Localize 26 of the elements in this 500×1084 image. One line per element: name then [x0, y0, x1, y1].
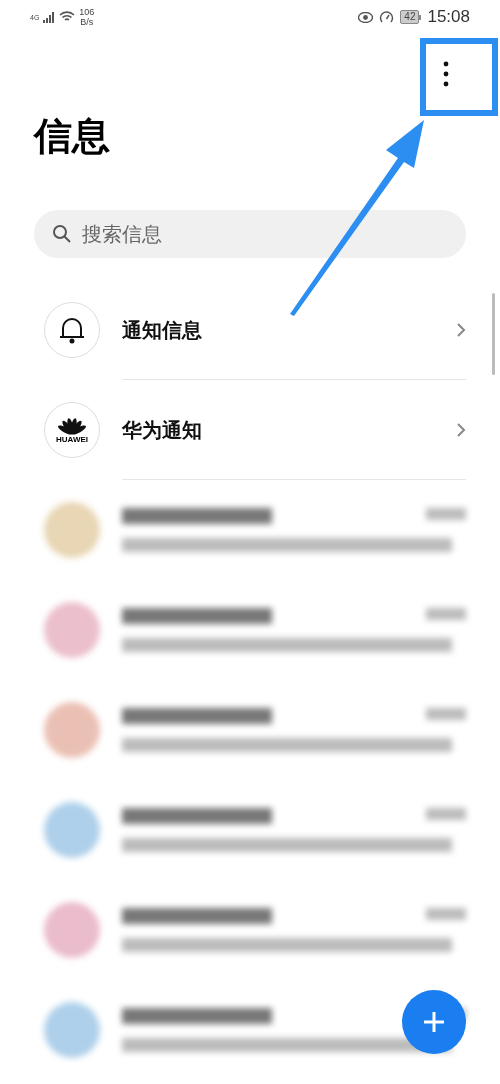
search-icon [52, 224, 72, 244]
blurred-time-bar [426, 808, 466, 820]
search-field[interactable]: 搜索信息 [34, 210, 466, 258]
battery-indicator: 42 [400, 10, 420, 24]
blurred-time-bar [426, 708, 466, 720]
chevron-icon [456, 422, 466, 438]
eye-icon [358, 11, 374, 23]
chevron-icon [456, 322, 466, 338]
wifi-icon [59, 11, 76, 23]
page-title: 信息 [34, 114, 111, 159]
search-input[interactable]: 搜索信息 [82, 219, 382, 249]
notification-entry[interactable]: HUAWEI 华为通知 [0, 380, 500, 480]
blurred-time-bar [426, 508, 466, 520]
speed-unit: B/s [80, 17, 94, 27]
blurred-time-bar [426, 608, 466, 620]
speed-value: 106 [79, 7, 95, 17]
plus-icon [422, 1010, 446, 1034]
entry-label: 华为通知 [122, 418, 203, 443]
blurred-time-bar [426, 908, 466, 920]
more-icon [443, 61, 449, 87]
petal-logo-icon [58, 416, 86, 435]
entry-label: 通知信息 [122, 318, 203, 343]
clock: 15:08 [427, 6, 470, 29]
gauge-icon [379, 10, 395, 24]
signal-icon [43, 11, 56, 23]
logo-text: HUAWEI [56, 435, 88, 444]
